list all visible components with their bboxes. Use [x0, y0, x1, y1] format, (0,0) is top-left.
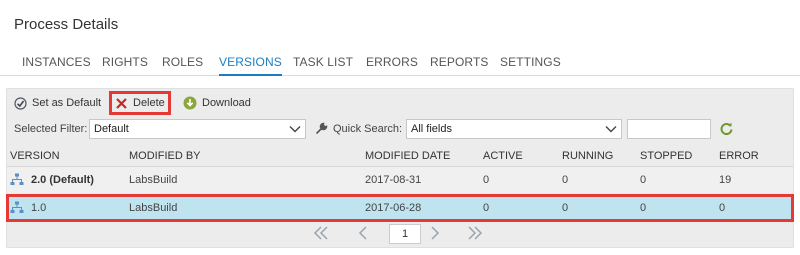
- modified-by-cell: LabsBuild: [129, 174, 178, 186]
- x-icon: [116, 97, 127, 109]
- tab-roles[interactable]: ROLES: [162, 55, 203, 69]
- error-cell: 19: [719, 174, 732, 186]
- refresh-icon[interactable]: [719, 121, 734, 136]
- running-cell: 0: [562, 202, 569, 214]
- double-chevron-left-icon: [313, 226, 328, 240]
- table-row-selected[interactable]: 1.0 LabsBuild 2017-06-28 0 0 0 0: [6, 194, 794, 222]
- set-as-default-button[interactable]: Set as Default: [14, 93, 101, 113]
- download-label: Download: [202, 97, 251, 109]
- chevron-down-icon: [605, 126, 617, 133]
- column-header-error[interactable]: ERROR: [719, 150, 759, 162]
- page-number-input[interactable]: 1: [389, 224, 421, 244]
- quick-search-field-select[interactable]: All fields: [406, 119, 622, 139]
- tab-instances[interactable]: INSTANCES: [22, 55, 91, 69]
- last-page-button[interactable]: [467, 225, 483, 245]
- delete-button[interactable]: Delete: [109, 91, 171, 115]
- chevron-down-icon: [289, 126, 301, 133]
- column-header-modified-by[interactable]: MODIFIED BY: [129, 150, 201, 162]
- tab-task-list[interactable]: TASK LIST: [293, 55, 353, 69]
- tab-errors[interactable]: ERRORS: [366, 55, 418, 69]
- delete-label: Delete: [133, 97, 165, 109]
- tab-reports[interactable]: REPORTS: [430, 55, 489, 69]
- error-cell: 0: [719, 202, 726, 214]
- tab-settings[interactable]: SETTINGS: [500, 55, 561, 69]
- active-cell: 0: [483, 202, 490, 214]
- table-header: VERSION MODIFIED BY MODIFIED DATE ACTIVE…: [7, 145, 793, 167]
- selected-filter-label: Selected Filter:: [14, 123, 88, 135]
- stopped-cell: 0: [640, 174, 647, 186]
- running-cell: 0: [562, 174, 569, 186]
- quick-search-field-value: All fields: [411, 123, 452, 135]
- versions-panel: Set as Default Delete Download Selected …: [6, 88, 794, 248]
- stopped-cell: 0: [640, 202, 647, 214]
- download-button[interactable]: Download: [183, 93, 251, 113]
- column-header-modified-date[interactable]: MODIFIED DATE: [365, 150, 450, 162]
- table-row[interactable]: 2.0 (Default) LabsBuild 2017-08-31 0 0 0…: [7, 167, 793, 193]
- modified-by-cell: LabsBuild: [129, 202, 178, 214]
- process-version-icon: [10, 201, 24, 213]
- column-header-active[interactable]: ACTIVE: [483, 150, 523, 162]
- first-page-button[interactable]: [313, 225, 329, 245]
- modified-date-cell: 2017-06-28: [365, 202, 422, 214]
- version-cell: 2.0 (Default): [31, 174, 94, 186]
- column-header-version[interactable]: VERSION: [10, 150, 60, 162]
- tab-versions[interactable]: VERSIONS: [219, 55, 282, 76]
- process-version-icon: [10, 173, 24, 185]
- pagination: 1: [7, 222, 793, 246]
- wrench-icon: [316, 122, 328, 134]
- chevron-right-icon: [431, 226, 440, 240]
- previous-page-button[interactable]: [357, 225, 369, 245]
- tab-bar: INSTANCES RIGHTS ROLES VERSIONS TASK LIS…: [0, 52, 800, 76]
- column-header-stopped[interactable]: STOPPED: [640, 150, 692, 162]
- modified-date-cell: 2017-08-31: [365, 174, 422, 186]
- selected-filter-select[interactable]: Default: [89, 119, 306, 139]
- active-cell: 0: [483, 174, 490, 186]
- download-icon: [183, 96, 197, 110]
- chevron-left-icon: [358, 226, 367, 240]
- tab-rights[interactable]: RIGHTS: [102, 55, 148, 69]
- version-cell: 1.0: [31, 202, 47, 214]
- column-header-running[interactable]: RUNNING: [562, 150, 613, 162]
- double-chevron-right-icon: [468, 226, 483, 240]
- selected-filter-value: Default: [94, 123, 129, 135]
- quick-search-label: Quick Search:: [333, 123, 403, 135]
- next-page-button[interactable]: [429, 225, 441, 245]
- page-title: Process Details: [14, 16, 119, 33]
- checkmark-icon: [14, 96, 27, 110]
- quick-search-input[interactable]: [627, 119, 711, 139]
- set-as-default-label: Set as Default: [32, 97, 102, 109]
